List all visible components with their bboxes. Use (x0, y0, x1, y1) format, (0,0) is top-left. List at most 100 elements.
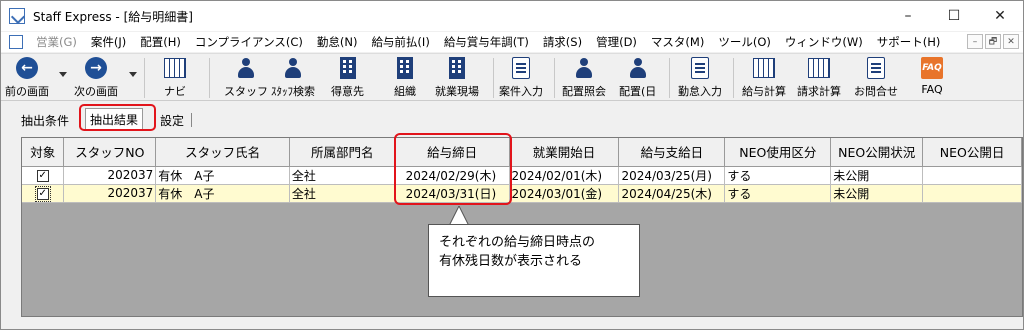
cell-department: 全社 (289, 184, 396, 203)
header-pay-date[interactable]: 給与支給日 (618, 138, 726, 167)
arrow-left-icon: ← (16, 57, 38, 79)
staff-button[interactable]: スタッフ (224, 56, 268, 100)
case-input-button[interactable]: 案件入力 (499, 56, 543, 100)
cell-staff-no: 202037 (63, 184, 157, 203)
staff-icon (235, 57, 257, 79)
billing-calc-icon (808, 58, 830, 78)
back-button[interactable]: ← 前の画面 (5, 56, 49, 100)
header-staff-name[interactable]: スタッフ氏名 (155, 138, 290, 167)
highlight-closing-date-column (394, 133, 512, 205)
staff-search-button[interactable]: ｽﾀｯﾌ検索 (271, 56, 315, 100)
assignment-day-icon (627, 57, 649, 79)
header-neo-usage[interactable]: NEO使用区分 (724, 138, 832, 167)
work-site-button[interactable]: 就業現場 (435, 56, 479, 100)
results-table: 対象 スタッフNO スタッフ氏名 所属部門名 給与締日 就業開始日 給与支給日 … (22, 138, 1022, 203)
billing-calc-button[interactable]: 請求計算 (797, 56, 841, 100)
toolbar-separator (493, 58, 494, 98)
faq-button[interactable]: FAQ FAQ (920, 56, 944, 100)
table-header-row: 対象 スタッフNO スタッフ氏名 所属部門名 給与締日 就業開始日 給与支給日 … (22, 138, 1022, 167)
table-row[interactable]: ✓ 202037 有休 A子 全社 2024/02/29(木) 2024/02/… (22, 166, 1022, 185)
work-site-icon (449, 57, 465, 79)
organization-icon (397, 57, 413, 79)
maximize-button[interactable]: ☐ (931, 1, 977, 31)
case-input-icon (512, 57, 530, 79)
header-target[interactable]: 対象 (22, 138, 65, 167)
menu-master[interactable]: マスタ(M) (644, 34, 711, 50)
toolbar: ← 前の画面 → 次の画面 ナビ スタッフ ｽﾀｯﾌ検索 得意先 組織 就業現場… (1, 53, 1023, 101)
table-row[interactable]: ✓ 202037 有休 A子 全社 2024/03/31(日) 2024/03/… (22, 184, 1022, 203)
tab-extract-conditions[interactable]: 抽出条件 (17, 111, 73, 129)
mdi-restore-button[interactable]: 🗗 (985, 34, 1001, 49)
forward-button[interactable]: → 次の画面 (74, 56, 118, 100)
callout-line-1: それぞれの給与締日時点の (439, 235, 596, 250)
window-title: Staff Express - [給与明細書] (33, 9, 193, 24)
cell-staff-no: 202037 (63, 166, 157, 185)
assignment-inquiry-button[interactable]: 配置照会 (562, 56, 606, 100)
menu-management[interactable]: 管理(D) (589, 34, 644, 50)
minimize-button[interactable]: – (885, 1, 931, 31)
title-bar: Staff Express - [給与明細書] – ☐ ✕ (1, 1, 1023, 31)
annotation-callout: それぞれの給与締日時点の 有休残日数が表示される (428, 224, 640, 297)
row-checkbox[interactable]: ✓ (36, 169, 49, 182)
toolbar-separator (733, 58, 734, 98)
cell-staff-name: 有休 A子 (155, 166, 290, 185)
cell-pay-date: 2024/03/25(月) (618, 166, 726, 185)
mdi-minimize-button[interactable]: – (967, 34, 983, 49)
menu-bar: 営業(G) 案件(J) 配置(H) コンプライアンス(C) 勤怠(N) 給与前払… (1, 32, 1023, 52)
assignment-inquiry-icon (573, 57, 595, 79)
organization-button[interactable]: 組織 (393, 56, 417, 100)
header-staff-no[interactable]: スタッフNO (63, 138, 157, 167)
menu-case[interactable]: 案件(J) (84, 34, 133, 50)
close-button[interactable]: ✕ (977, 1, 1023, 31)
toolbar-separator (554, 58, 555, 98)
cell-pay-date: 2024/04/25(木) (618, 184, 726, 203)
menu-support[interactable]: サポート(H) (870, 34, 948, 50)
client-button[interactable]: 得意先 (331, 56, 364, 100)
cell-work-start-date: 2024/02/01(木) (509, 166, 620, 185)
arrow-right-icon: → (85, 57, 107, 79)
cell-department: 全社 (289, 166, 396, 185)
navi-button[interactable]: ナビ (163, 56, 187, 100)
menu-attendance[interactable]: 勤怠(N) (310, 34, 365, 50)
menu-sales[interactable]: 営業(G) (29, 34, 84, 50)
cell-neo-usage: する (724, 166, 832, 185)
header-work-start-date[interactable]: 就業開始日 (509, 138, 620, 167)
menu-billing[interactable]: 請求(S) (536, 34, 589, 50)
callout-line-2: 有休残日数が表示される (439, 254, 583, 269)
back-dropdown-arrow[interactable] (59, 72, 67, 77)
cell-staff-name: 有休 A子 (155, 184, 290, 203)
toolbar-separator (144, 58, 145, 98)
cell-neo-date (922, 184, 1022, 203)
staff-search-icon (282, 57, 304, 79)
cell-neo-status: 未公開 (830, 184, 924, 203)
forward-dropdown-arrow[interactable] (129, 72, 137, 77)
menu-payroll[interactable]: 給与賞与年調(T) (437, 34, 536, 50)
attendance-input-icon (691, 57, 709, 79)
window-controls: – ☐ ✕ (885, 1, 1023, 31)
faq-icon: FAQ (921, 57, 943, 79)
cell-work-start-date: 2024/03/01(金) (509, 184, 620, 203)
row-checkbox[interactable]: ✓ (34, 185, 51, 201)
menu-assignment[interactable]: 配置(H) (133, 34, 188, 50)
header-neo-date[interactable]: NEO公開日 (922, 138, 1022, 167)
menu-tools[interactable]: ツール(O) (711, 34, 778, 50)
tab-settings[interactable]: 設定 (156, 111, 188, 129)
cell-neo-date (922, 166, 1022, 185)
client-building-icon (339, 57, 356, 79)
payroll-calc-button[interactable]: 給与計算 (742, 56, 786, 100)
menu-window[interactable]: ウィンドウ(W) (778, 34, 870, 50)
header-department[interactable]: 所属部門名 (289, 138, 396, 167)
toolbar-separator (209, 58, 210, 98)
document-window-icon[interactable] (9, 35, 23, 49)
inquiry-button[interactable]: お問合せ (854, 56, 898, 100)
header-neo-status[interactable]: NEO公開状況 (830, 138, 924, 167)
mdi-close-button[interactable]: ✕ (1003, 34, 1019, 49)
menu-advance-pay[interactable]: 給与前払(I) (364, 34, 436, 50)
highlight-results-tab (79, 104, 156, 131)
app-logo-icon (9, 8, 25, 24)
attendance-input-button[interactable]: 勤怠入力 (678, 56, 722, 100)
tab-separator (191, 113, 192, 127)
menu-compliance[interactable]: コンプライアンス(C) (188, 34, 310, 50)
cell-neo-usage: する (724, 184, 832, 203)
assignment-day-button[interactable]: 配置(日 (619, 56, 656, 100)
